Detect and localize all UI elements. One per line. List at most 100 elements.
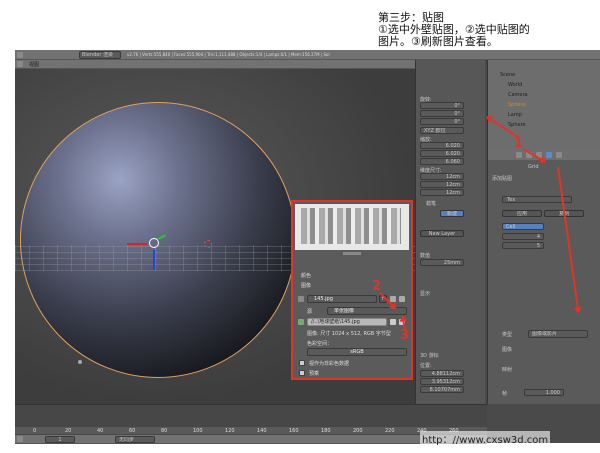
mapping-label[interactable]: 映射	[502, 366, 512, 373]
n-panel: 旋转: 0° 0° 0° XYZ 欧拉 缩放: 6.020 6.020 6.06…	[415, 60, 485, 404]
image-texture-panel: 颜色 图像 145.jpg F 源 单张图像 //..\地球壁纸\145.jpg…	[291, 200, 413, 380]
image-section-label[interactable]: 图像	[502, 346, 512, 353]
image-name-field[interactable]: 145.jpg	[307, 295, 377, 303]
image-info: 图像: 尺寸 1024 x 512, RGB 字节型	[307, 331, 391, 337]
frame-field[interactable]: 1.000	[524, 389, 564, 396]
outliner: Scene World Camera Sphere Lamp Sphere	[487, 60, 600, 150]
scene-stats: v2.76 | Verts:555,840 | Faces:555,904 | …	[127, 52, 330, 57]
timeline-tick-label: 20	[65, 428, 72, 434]
x-axis-handle[interactable]	[127, 243, 147, 245]
properties-editor: Grid 添加贴图 Tex 应用 复制 Cell 4 5 图像或影片 类型 图像…	[487, 150, 600, 404]
value-field[interactable]: 25mm	[420, 259, 464, 266]
timeline-tick-label: 120	[225, 428, 235, 434]
timeline-tick-label: 80	[161, 428, 168, 434]
value-4-field[interactable]: 4	[502, 233, 544, 240]
loc-y-field[interactable]: 3.95312cm	[420, 378, 464, 385]
3d-cursor[interactable]	[204, 240, 212, 248]
preview-resize-handle[interactable]	[343, 252, 361, 255]
timeline-editor-icon[interactable]	[17, 436, 23, 442]
dim-y-field[interactable]: 12cm	[420, 181, 464, 188]
texture-tab-icon[interactable]	[546, 152, 552, 158]
texture-preview	[295, 204, 409, 250]
timeline-tick-label: 100	[193, 428, 203, 434]
rot-x-field[interactable]: 0°	[420, 102, 464, 109]
value-label: 数值	[420, 253, 431, 259]
grease-new-button[interactable]: 新建	[440, 210, 464, 217]
cell-field[interactable]: Cell	[502, 223, 544, 230]
frame-label: 帧	[502, 391, 508, 397]
color-space-label: 色彩空间：	[307, 341, 333, 347]
outliner-item-sphere-selected[interactable]: Sphere	[508, 102, 526, 108]
source-label: 源	[307, 309, 313, 315]
timeline-ticks: 020406080100120140160180200220240260	[15, 427, 487, 434]
watermark: http：//www.cxsw3d.com	[420, 431, 551, 446]
section-image[interactable]: 图像	[301, 282, 311, 289]
timeline-tick-label: 220	[385, 428, 395, 434]
new-image-icon[interactable]	[390, 296, 396, 302]
rot-z-field[interactable]: 0°	[420, 118, 464, 125]
apply-button[interactable]: 应用	[502, 210, 542, 217]
timeline-tick-label: 0	[33, 428, 37, 434]
non-color-label: 视作为非彩色数据	[309, 361, 350, 367]
timeline-tick-label: 160	[289, 428, 299, 434]
particles-tab-icon[interactable]	[556, 152, 562, 158]
texture-type-select[interactable]: 图像或影片	[528, 330, 588, 338]
section-color[interactable]: 颜色	[301, 272, 311, 279]
screenshot-root: 第三步：贴图 ①选中外壁贴图，②选中贴图的 图片。③刷新图片查看。 Blende…	[0, 0, 600, 453]
premultiply-label: 预乘	[309, 371, 320, 377]
start-frame-field[interactable]: 1	[45, 436, 75, 443]
dim-x-field[interactable]: 12cm	[420, 173, 464, 180]
render-engine-select[interactable]: Blender 渲染	[79, 51, 121, 59]
viewport-view-menu[interactable]: 视图	[29, 61, 39, 68]
non-color-checkbox[interactable]	[299, 360, 305, 366]
scale-x-field[interactable]: 6.020	[420, 142, 464, 149]
outliner-scene[interactable]: Scene	[500, 72, 515, 78]
timeline-tick-label: 60	[129, 428, 136, 434]
filepath-field[interactable]: //..\地球壁纸\145.jpg	[307, 318, 387, 326]
timeline-tick-label: 40	[97, 428, 104, 434]
viewport-editor-icon[interactable]	[17, 61, 23, 67]
3d-cursor-label[interactable]: 3D 游标	[420, 352, 439, 359]
annotation-text: 第三步：贴图 ①选中外壁贴图，②选中贴图的 图片。③刷新图片查看。	[378, 12, 593, 48]
info-header: Blender 渲染 v2.76 | Verts:555,840 | Faces…	[15, 50, 600, 60]
timeline[interactable]: 020406080100120140160180200220240260 1 无…	[15, 404, 487, 444]
viewport-header: 视图	[15, 60, 415, 69]
display-label[interactable]: 显示	[420, 290, 430, 297]
grease-pencil-label[interactable]: 蜡笔	[426, 200, 436, 207]
world-map-image	[301, 208, 401, 244]
scale-y-field[interactable]: 6.020	[420, 150, 464, 157]
timeline-tick-label: 140	[257, 428, 267, 434]
render-tab-icon[interactable]	[516, 152, 522, 158]
timeline-tick-label: 180	[321, 428, 331, 434]
outliner-item-world[interactable]: World	[508, 82, 522, 88]
new-layer-button[interactable]: New Layer	[420, 230, 464, 237]
image-browse-icon[interactable]	[298, 296, 304, 302]
timeline-tick-label: 200	[353, 428, 363, 434]
outliner-item-lamp[interactable]: Lamp	[508, 112, 522, 118]
annotation-line-3: 图片。③刷新图片查看。	[378, 35, 498, 48]
dim-z-field[interactable]: 12cm	[420, 189, 464, 196]
timeline-header: 1 无同步	[15, 435, 487, 444]
rotation-mode-select[interactable]: XYZ 欧拉	[420, 127, 464, 134]
texture-type-label: 类型	[502, 332, 513, 338]
blender-window: Blender 渲染 v2.76 | Verts:555,840 | Faces…	[15, 50, 600, 444]
rot-y-field[interactable]: 0°	[420, 110, 464, 117]
file-browse-icon[interactable]	[390, 319, 396, 325]
marker-3: 3	[400, 328, 410, 343]
loc-x-field[interactable]: 4.88112cm	[420, 370, 464, 377]
value-5-field[interactable]: 5	[502, 242, 544, 249]
transform-manipulator[interactable]	[149, 238, 159, 248]
outliner-item-sphere[interactable]: Sphere	[508, 122, 526, 128]
color-space-select[interactable]: sRGB	[307, 348, 407, 356]
sync-mode-select[interactable]: 无同步	[115, 436, 155, 443]
filepath-icon	[298, 319, 304, 325]
scale-z-field[interactable]: 6.060	[420, 158, 464, 165]
origin-dot	[78, 360, 82, 364]
premultiply-checkbox[interactable]	[299, 370, 305, 376]
z-axis-handle[interactable]	[153, 250, 155, 270]
unlink-image-icon[interactable]	[399, 296, 405, 302]
texture-slot-label: 添加贴图	[492, 176, 513, 182]
outliner-item-camera[interactable]: Camera	[508, 92, 528, 98]
info-editor-icon[interactable]	[17, 52, 23, 58]
loc-z-field[interactable]: 8.10707mm	[420, 386, 464, 393]
